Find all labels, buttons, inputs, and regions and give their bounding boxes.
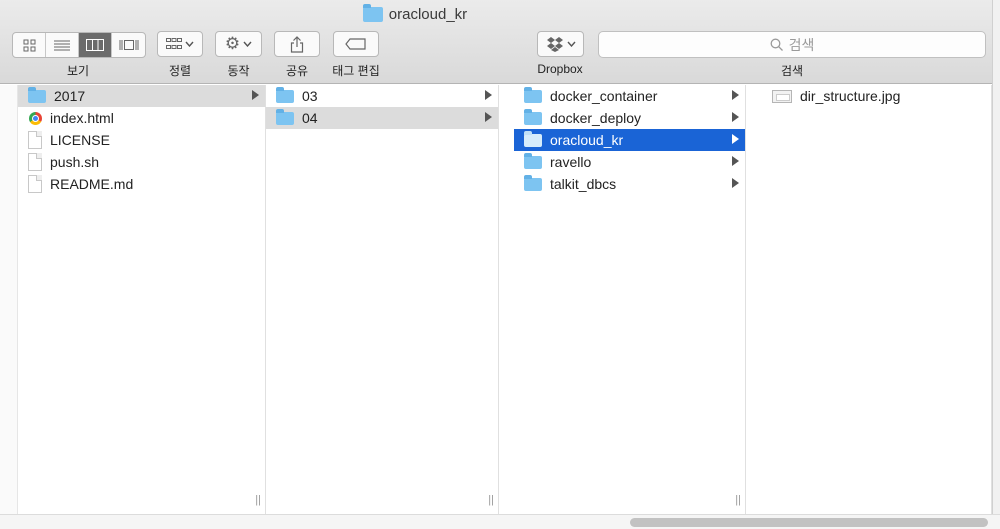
scrollbar-thumb[interactable]	[630, 518, 988, 527]
list-item[interactable]: 2017	[18, 85, 265, 107]
icon-view-button[interactable]	[13, 33, 46, 57]
list-item[interactable]: docker_container	[514, 85, 745, 107]
list-item[interactable]: ravello	[514, 151, 745, 173]
chevron-right-icon	[732, 112, 739, 122]
tags-label: 태그 편집	[332, 64, 380, 78]
folder-icon	[524, 174, 542, 191]
share-label: 공유	[285, 64, 309, 78]
chevron-right-icon	[252, 90, 259, 100]
column-2: 03 04 ||	[266, 85, 499, 514]
list-item[interactable]: 03	[266, 85, 498, 107]
arrange-label: 정렬	[168, 64, 192, 78]
view-mode-control[interactable]	[12, 32, 146, 58]
list-view-button[interactable]	[46, 33, 79, 57]
file-icon	[28, 153, 42, 171]
column-4: dir_structure.jpg	[762, 85, 992, 514]
column-resize-handle[interactable]: ||	[255, 494, 261, 506]
icon-view-icon	[23, 39, 35, 51]
chevron-right-icon	[732, 178, 739, 188]
toolbar: oracloud_kr 보기 정렬 ⚙ 동작 공유 태그 편집 Dropbox …	[0, 0, 1000, 84]
folder-icon	[524, 152, 542, 169]
search-label: 검색	[780, 64, 804, 78]
chevron-right-icon	[732, 156, 739, 166]
folder-icon	[276, 108, 294, 125]
share-icon	[290, 35, 304, 53]
folder-icon	[276, 86, 294, 103]
column-3: docker_container docker_deploy oracloud_…	[514, 85, 746, 514]
tag-icon	[345, 38, 366, 50]
chevron-right-icon	[732, 90, 739, 100]
list-item[interactable]: docker_deploy	[514, 107, 745, 129]
arrange-button[interactable]	[157, 31, 203, 57]
list-item[interactable]: index.html	[18, 107, 265, 129]
tags-button[interactable]	[333, 31, 379, 57]
action-button[interactable]: ⚙	[215, 31, 262, 57]
chevron-right-icon	[732, 134, 739, 144]
share-button[interactable]	[274, 31, 320, 57]
horizontal-scrollbar[interactable]	[0, 514, 1000, 529]
file-icon	[28, 131, 42, 149]
dropbox-label: Dropbox	[537, 62, 583, 76]
folder-icon	[362, 4, 383, 22]
list-item[interactable]: LICENSE	[18, 129, 265, 151]
list-item[interactable]: push.sh	[18, 151, 265, 173]
view-label: 보기	[66, 64, 90, 78]
column-browser: 2017 index.html LICENSE push.sh README.m…	[0, 85, 1000, 514]
image-file-icon	[772, 89, 792, 103]
folder-icon	[28, 86, 46, 103]
search-placeholder: 검색	[788, 36, 815, 53]
chevron-right-icon	[485, 90, 492, 100]
gallery-view-icon	[119, 40, 138, 50]
list-item-selected[interactable]: oracloud_kr	[514, 129, 745, 151]
window-edge	[992, 0, 1000, 529]
chevron-down-icon	[185, 41, 194, 47]
file-icon	[28, 175, 42, 193]
column-resize-handle[interactable]: ||	[735, 494, 741, 506]
gear-icon: ⚙	[224, 34, 241, 53]
folder-icon	[524, 86, 542, 103]
dropbox-button[interactable]	[537, 31, 584, 57]
list-item[interactable]: talkit_dbcs	[514, 173, 745, 195]
list-item[interactable]: dir_structure.jpg	[762, 85, 991, 107]
column-view-icon	[86, 39, 104, 51]
window-title: oracloud_kr	[0, 4, 830, 23]
list-view-icon	[54, 40, 70, 51]
chevron-down-icon	[566, 41, 576, 47]
action-label: 동작	[227, 64, 250, 78]
chevron-down-icon	[243, 41, 252, 47]
chevron-right-icon	[485, 112, 492, 122]
list-item[interactable]: README.md	[18, 173, 265, 195]
sidebar-edge	[0, 85, 18, 514]
column-1: 2017 index.html LICENSE push.sh README.m…	[18, 85, 266, 514]
column-view-button[interactable]	[79, 33, 112, 57]
folder-icon	[524, 130, 542, 147]
folder-icon	[524, 108, 542, 125]
column-resize-handle[interactable]: ||	[488, 494, 494, 506]
arrange-icon	[166, 38, 182, 49]
dropbox-icon	[546, 37, 563, 52]
chrome-html-icon	[29, 111, 42, 125]
search-icon	[770, 38, 783, 51]
window-title-text: oracloud_kr	[388, 6, 468, 23]
gallery-view-button[interactable]	[112, 33, 145, 57]
list-item[interactable]: 04	[266, 107, 498, 129]
search-input[interactable]: 검색	[598, 31, 986, 58]
